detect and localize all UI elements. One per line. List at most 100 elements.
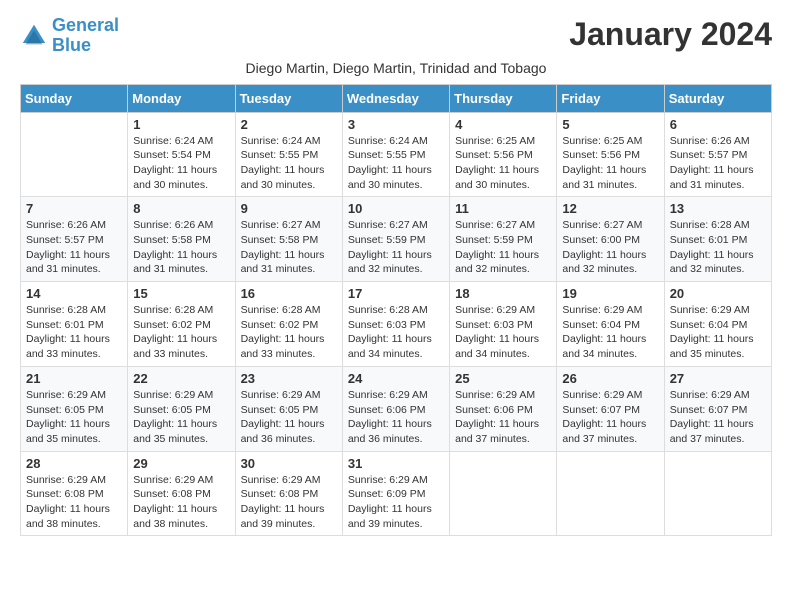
weekday-header-row: SundayMondayTuesdayWednesdayThursdayFrid… xyxy=(21,84,772,112)
day-number: 4 xyxy=(455,117,551,132)
calendar-cell: 8 Sunrise: 6:26 AMSunset: 5:58 PMDayligh… xyxy=(128,197,235,282)
day-number: 19 xyxy=(562,286,658,301)
calendar-cell: 17 Sunrise: 6:28 AMSunset: 6:03 PMDaylig… xyxy=(342,282,449,367)
day-number: 21 xyxy=(26,371,122,386)
calendar-cell: 13 Sunrise: 6:28 AMSunset: 6:01 PMDaylig… xyxy=(664,197,771,282)
day-info: Sunrise: 6:26 AMSunset: 5:57 PMDaylight:… xyxy=(26,218,122,277)
day-info: Sunrise: 6:29 AMSunset: 6:06 PMDaylight:… xyxy=(455,388,551,447)
day-info: Sunrise: 6:29 AMSunset: 6:05 PMDaylight:… xyxy=(26,388,122,447)
month-title: January 2024 xyxy=(569,16,772,53)
calendar-cell: 21 Sunrise: 6:29 AMSunset: 6:05 PMDaylig… xyxy=(21,366,128,451)
day-info: Sunrise: 6:25 AMSunset: 5:56 PMDaylight:… xyxy=(455,134,551,193)
day-number: 8 xyxy=(133,201,229,216)
day-number: 10 xyxy=(348,201,444,216)
calendar-cell: 31 Sunrise: 6:29 AMSunset: 6:09 PMDaylig… xyxy=(342,451,449,536)
day-number: 12 xyxy=(562,201,658,216)
day-number: 9 xyxy=(241,201,337,216)
day-number: 2 xyxy=(241,117,337,132)
day-number: 20 xyxy=(670,286,766,301)
day-number: 16 xyxy=(241,286,337,301)
weekday-header-monday: Monday xyxy=(128,84,235,112)
calendar-table: SundayMondayTuesdayWednesdayThursdayFrid… xyxy=(20,84,772,537)
weekday-header-wednesday: Wednesday xyxy=(342,84,449,112)
day-info: Sunrise: 6:25 AMSunset: 5:56 PMDaylight:… xyxy=(562,134,658,193)
logo-icon xyxy=(20,22,48,50)
calendar-cell: 26 Sunrise: 6:29 AMSunset: 6:07 PMDaylig… xyxy=(557,366,664,451)
day-info: Sunrise: 6:26 AMSunset: 5:57 PMDaylight:… xyxy=(670,134,766,193)
day-info: Sunrise: 6:29 AMSunset: 6:07 PMDaylight:… xyxy=(562,388,658,447)
day-info: Sunrise: 6:29 AMSunset: 6:08 PMDaylight:… xyxy=(241,473,337,532)
day-info: Sunrise: 6:24 AMSunset: 5:55 PMDaylight:… xyxy=(241,134,337,193)
day-number: 27 xyxy=(670,371,766,386)
calendar-cell: 25 Sunrise: 6:29 AMSunset: 6:06 PMDaylig… xyxy=(450,366,557,451)
day-info: Sunrise: 6:28 AMSunset: 6:03 PMDaylight:… xyxy=(348,303,444,362)
calendar-cell: 22 Sunrise: 6:29 AMSunset: 6:05 PMDaylig… xyxy=(128,366,235,451)
calendar-cell xyxy=(450,451,557,536)
weekday-header-tuesday: Tuesday xyxy=(235,84,342,112)
day-number: 15 xyxy=(133,286,229,301)
logo-text: General Blue xyxy=(52,16,119,56)
day-number: 26 xyxy=(562,371,658,386)
calendar-cell: 5 Sunrise: 6:25 AMSunset: 5:56 PMDayligh… xyxy=(557,112,664,197)
day-info: Sunrise: 6:26 AMSunset: 5:58 PMDaylight:… xyxy=(133,218,229,277)
day-info: Sunrise: 6:29 AMSunset: 6:08 PMDaylight:… xyxy=(26,473,122,532)
calendar-cell: 28 Sunrise: 6:29 AMSunset: 6:08 PMDaylig… xyxy=(21,451,128,536)
day-info: Sunrise: 6:28 AMSunset: 6:01 PMDaylight:… xyxy=(26,303,122,362)
day-number: 30 xyxy=(241,456,337,471)
calendar-cell: 20 Sunrise: 6:29 AMSunset: 6:04 PMDaylig… xyxy=(664,282,771,367)
calendar-cell: 6 Sunrise: 6:26 AMSunset: 5:57 PMDayligh… xyxy=(664,112,771,197)
day-info: Sunrise: 6:27 AMSunset: 5:58 PMDaylight:… xyxy=(241,218,337,277)
day-number: 1 xyxy=(133,117,229,132)
calendar-cell: 10 Sunrise: 6:27 AMSunset: 5:59 PMDaylig… xyxy=(342,197,449,282)
weekday-header-sunday: Sunday xyxy=(21,84,128,112)
day-info: Sunrise: 6:24 AMSunset: 5:54 PMDaylight:… xyxy=(133,134,229,193)
day-info: Sunrise: 6:27 AMSunset: 5:59 PMDaylight:… xyxy=(348,218,444,277)
logo-general: General xyxy=(52,15,119,35)
calendar-cell: 2 Sunrise: 6:24 AMSunset: 5:55 PMDayligh… xyxy=(235,112,342,197)
weekday-header-saturday: Saturday xyxy=(664,84,771,112)
day-number: 13 xyxy=(670,201,766,216)
weekday-header-thursday: Thursday xyxy=(450,84,557,112)
day-number: 18 xyxy=(455,286,551,301)
calendar-cell xyxy=(557,451,664,536)
location-title: Diego Martin, Diego Martin, Trinidad and… xyxy=(20,60,772,76)
day-number: 29 xyxy=(133,456,229,471)
day-number: 11 xyxy=(455,201,551,216)
calendar-cell: 14 Sunrise: 6:28 AMSunset: 6:01 PMDaylig… xyxy=(21,282,128,367)
calendar-cell: 23 Sunrise: 6:29 AMSunset: 6:05 PMDaylig… xyxy=(235,366,342,451)
day-number: 5 xyxy=(562,117,658,132)
calendar-cell: 1 Sunrise: 6:24 AMSunset: 5:54 PMDayligh… xyxy=(128,112,235,197)
day-info: Sunrise: 6:29 AMSunset: 6:08 PMDaylight:… xyxy=(133,473,229,532)
logo: General Blue xyxy=(20,16,119,56)
day-info: Sunrise: 6:27 AMSunset: 5:59 PMDaylight:… xyxy=(455,218,551,277)
calendar-cell: 3 Sunrise: 6:24 AMSunset: 5:55 PMDayligh… xyxy=(342,112,449,197)
calendar-cell xyxy=(21,112,128,197)
day-number: 14 xyxy=(26,286,122,301)
day-info: Sunrise: 6:29 AMSunset: 6:06 PMDaylight:… xyxy=(348,388,444,447)
weekday-header-friday: Friday xyxy=(557,84,664,112)
logo-blue: Blue xyxy=(52,35,91,55)
calendar-week-row: 1 Sunrise: 6:24 AMSunset: 5:54 PMDayligh… xyxy=(21,112,772,197)
page-header: General Blue January 2024 xyxy=(20,16,772,56)
day-info: Sunrise: 6:28 AMSunset: 6:02 PMDaylight:… xyxy=(133,303,229,362)
day-info: Sunrise: 6:29 AMSunset: 6:04 PMDaylight:… xyxy=(670,303,766,362)
day-number: 6 xyxy=(670,117,766,132)
day-info: Sunrise: 6:29 AMSunset: 6:05 PMDaylight:… xyxy=(241,388,337,447)
calendar-cell: 11 Sunrise: 6:27 AMSunset: 5:59 PMDaylig… xyxy=(450,197,557,282)
day-number: 25 xyxy=(455,371,551,386)
calendar-cell: 18 Sunrise: 6:29 AMSunset: 6:03 PMDaylig… xyxy=(450,282,557,367)
calendar-cell: 24 Sunrise: 6:29 AMSunset: 6:06 PMDaylig… xyxy=(342,366,449,451)
calendar-week-row: 7 Sunrise: 6:26 AMSunset: 5:57 PMDayligh… xyxy=(21,197,772,282)
day-info: Sunrise: 6:29 AMSunset: 6:09 PMDaylight:… xyxy=(348,473,444,532)
calendar-week-row: 21 Sunrise: 6:29 AMSunset: 6:05 PMDaylig… xyxy=(21,366,772,451)
calendar-cell: 7 Sunrise: 6:26 AMSunset: 5:57 PMDayligh… xyxy=(21,197,128,282)
day-info: Sunrise: 6:29 AMSunset: 6:03 PMDaylight:… xyxy=(455,303,551,362)
day-info: Sunrise: 6:29 AMSunset: 6:04 PMDaylight:… xyxy=(562,303,658,362)
calendar-week-row: 28 Sunrise: 6:29 AMSunset: 6:08 PMDaylig… xyxy=(21,451,772,536)
calendar-cell: 15 Sunrise: 6:28 AMSunset: 6:02 PMDaylig… xyxy=(128,282,235,367)
calendar-cell: 4 Sunrise: 6:25 AMSunset: 5:56 PMDayligh… xyxy=(450,112,557,197)
calendar-cell: 30 Sunrise: 6:29 AMSunset: 6:08 PMDaylig… xyxy=(235,451,342,536)
calendar-cell: 16 Sunrise: 6:28 AMSunset: 6:02 PMDaylig… xyxy=(235,282,342,367)
day-number: 17 xyxy=(348,286,444,301)
day-number: 23 xyxy=(241,371,337,386)
